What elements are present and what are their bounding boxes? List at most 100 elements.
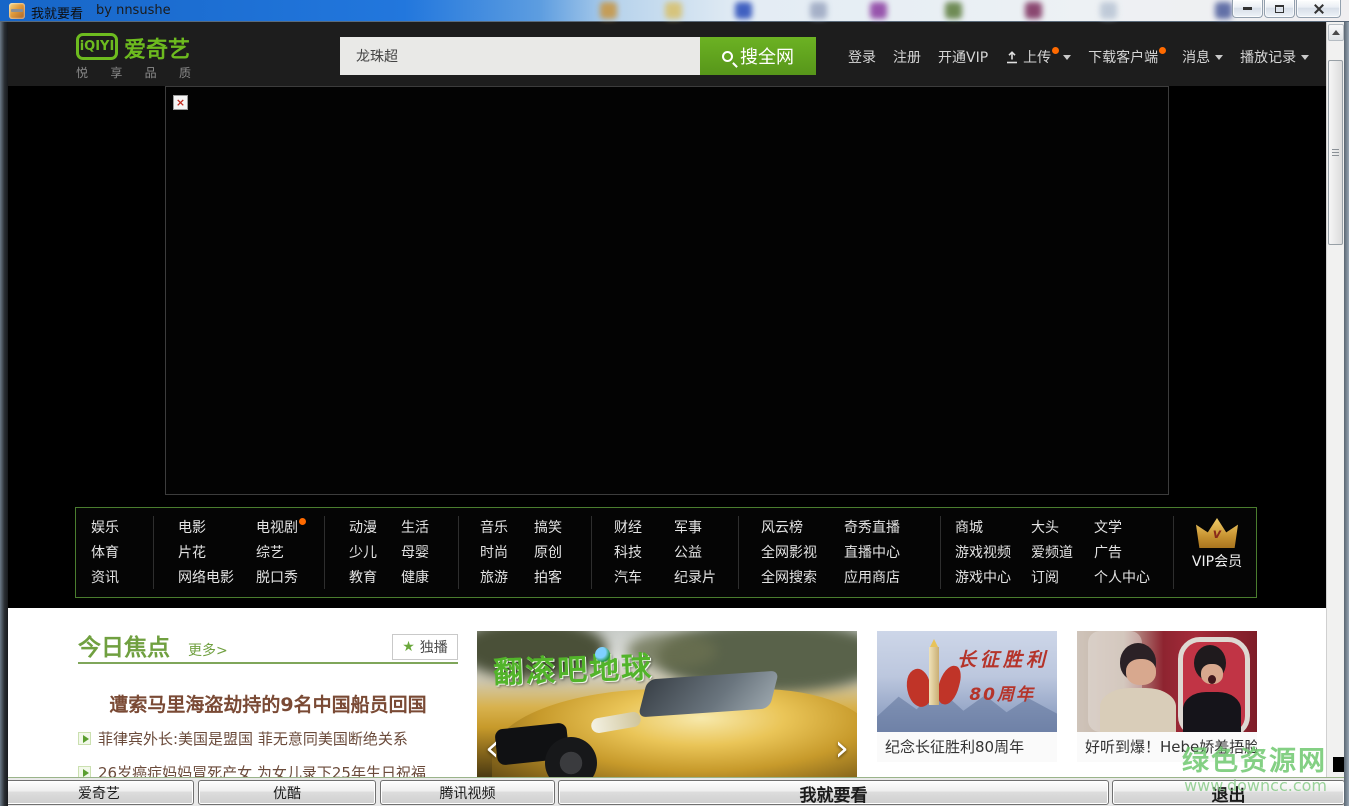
nav-item[interactable]: 游戏视频 xyxy=(955,541,1011,566)
nav-item[interactable]: 全网影视 xyxy=(761,541,817,566)
browser-client-area: iQIYI 爱奇艺 悦 享 品 质 搜全网 登录 注册 开通VIP 上传 xyxy=(8,22,1344,806)
scroll-up-button[interactable] xyxy=(1328,24,1344,41)
desktop-icon-blur xyxy=(665,2,682,19)
nav-item[interactable]: 动漫 xyxy=(349,516,377,541)
window-frame-right xyxy=(1344,22,1349,806)
nav-item[interactable]: 商城 xyxy=(955,516,1011,541)
source-tab-bar: 爱奇艺 优酷 腾讯视频 我就要看 退出 xyxy=(0,777,1349,806)
tab-tencent[interactable]: 腾讯视频 xyxy=(380,780,555,805)
globe-icon xyxy=(595,647,610,662)
desktop-icon-blur xyxy=(945,2,962,19)
crown-letter: v xyxy=(1196,527,1238,542)
exit-button[interactable]: 退出 xyxy=(1112,780,1345,805)
tab-wojiuyaokan[interactable]: 我就要看 xyxy=(558,780,1109,805)
exclusive-button[interactable]: ★ 独播 xyxy=(392,634,458,660)
nav-item[interactable]: 母婴 xyxy=(401,541,429,566)
vip-label: VIP会员 xyxy=(1178,551,1256,571)
iqiyi-logo-icon[interactable]: iQIYI xyxy=(76,33,118,60)
watermark-logo-square xyxy=(1333,757,1344,772)
headline-link[interactable]: 遭索马里海盗劫持的9名中国船员回国 xyxy=(78,690,458,717)
close-button[interactable] xyxy=(1296,0,1341,18)
nav-item[interactable]: 体育 xyxy=(91,541,119,566)
nav-item[interactable]: 奇秀直播 xyxy=(844,516,900,541)
nav-item[interactable]: 个人中心 xyxy=(1094,566,1150,591)
tab-youku[interactable]: 优酷 xyxy=(198,780,376,805)
nav-item[interactable]: 游戏中心 xyxy=(955,566,1011,591)
nav-item[interactable]: 健康 xyxy=(401,566,429,591)
ad-close-button[interactable]: × xyxy=(173,95,188,110)
nav-item[interactable]: 科技 xyxy=(614,541,642,566)
nav-item[interactable]: 教育 xyxy=(349,566,377,591)
nav-item[interactable]: 娱乐 xyxy=(91,516,119,541)
desktop-icon-blur xyxy=(1025,2,1042,19)
focus-underline xyxy=(78,662,458,664)
video-card[interactable]: 好听到爆！Hebe娇羞捂脸 xyxy=(1077,631,1257,762)
nav-item[interactable]: 搞笑 xyxy=(534,516,562,541)
nav-item[interactable]: 片花 xyxy=(178,541,234,566)
nav-item[interactable]: 时尚 xyxy=(480,541,508,566)
category-nav: 娱乐 体育 资讯 电影 片花 网络电影 电视剧 综艺 脱口秀 动漫 少儿 教育 xyxy=(75,507,1257,598)
search-button[interactable]: 搜全网 xyxy=(700,37,816,75)
download-client-link[interactable]: 下载客户端 xyxy=(1088,47,1165,67)
scrollbar-thumb[interactable] xyxy=(1328,60,1343,245)
thumb-art xyxy=(1208,675,1216,684)
video-card[interactable]: 长征胜利 80周年 纪念长征胜利80周年 xyxy=(877,631,1057,762)
register-link[interactable]: 注册 xyxy=(893,47,921,67)
nav-item[interactable]: 全网搜索 xyxy=(761,566,817,591)
maximize-button[interactable] xyxy=(1264,0,1295,18)
nav-item[interactable]: 军事 xyxy=(674,516,716,541)
nav-item[interactable]: 脱口秀 xyxy=(256,566,305,591)
nav-item[interactable]: 财经 xyxy=(614,516,642,541)
nav-item[interactable]: 文学 xyxy=(1094,516,1150,541)
nav-item[interactable]: 直播中心 xyxy=(844,541,900,566)
nav-item[interactable]: 生活 xyxy=(401,516,429,541)
messages-link[interactable]: 消息 xyxy=(1182,47,1223,67)
nav-item[interactable]: 综艺 xyxy=(256,541,305,566)
carousel-prev-button[interactable]: ‹ xyxy=(485,731,499,767)
carousel[interactable]: 翻滚吧地球 ‹ › xyxy=(477,631,857,777)
nav-item[interactable]: 音乐 xyxy=(480,516,508,541)
desktop-icon-blur xyxy=(1215,2,1232,19)
carousel-next-button[interactable]: › xyxy=(835,731,849,767)
nav-item[interactable]: 广告 xyxy=(1094,541,1150,566)
nav-item[interactable]: 电影 xyxy=(178,516,234,541)
login-link[interactable]: 登录 xyxy=(848,47,876,67)
nav-item[interactable]: 纪录片 xyxy=(674,566,716,591)
slogan-char: 悦 xyxy=(76,64,88,81)
nav-divider xyxy=(940,516,941,589)
upload-link[interactable]: 上传 xyxy=(1005,47,1071,67)
iqiyi-logo-text[interactable]: 爱奇艺 xyxy=(124,32,190,64)
nav-item[interactable]: 拍客 xyxy=(534,566,562,591)
nav-item[interactable]: 公益 xyxy=(674,541,716,566)
play-bullet-icon xyxy=(78,732,91,745)
news-item[interactable]: 26岁癌症妈妈冒死产女 为女儿录下25年生日祝福 xyxy=(78,762,426,777)
nav-item[interactable]: 旅游 xyxy=(480,566,508,591)
nav-item[interactable]: 资讯 xyxy=(91,566,119,591)
nav-item[interactable]: 网络电影 xyxy=(178,566,234,591)
vip-member-link[interactable]: v VIP会员 xyxy=(1178,514,1256,571)
nav-item[interactable]: 电视剧 xyxy=(256,516,305,541)
desktop-icon-blur xyxy=(735,2,752,19)
more-link[interactable]: 更多> xyxy=(188,640,228,660)
nav-item[interactable]: 风云榜 xyxy=(761,516,817,541)
nav-col: 动漫 少儿 教育 xyxy=(349,516,377,591)
close-icon xyxy=(1314,4,1324,14)
nav-item[interactable]: 订阅 xyxy=(1031,566,1073,591)
nav-item[interactable]: 少儿 xyxy=(349,541,377,566)
window-titlebar[interactable]: 我就要看 by nnsushe xyxy=(0,0,1349,22)
nav-item[interactable]: 应用商店 xyxy=(844,566,900,591)
nav-item[interactable]: 大头 xyxy=(1031,516,1073,541)
nav-col: 娱乐 体育 资讯 xyxy=(91,516,119,591)
play-history-link[interactable]: 播放记录 xyxy=(1240,47,1309,67)
search-input[interactable] xyxy=(340,37,700,75)
open-vip-link[interactable]: 开通VIP xyxy=(938,47,988,67)
chevron-down-icon xyxy=(1215,55,1223,60)
nav-item[interactable]: 爱频道 xyxy=(1031,541,1073,566)
minimize-button[interactable] xyxy=(1232,0,1263,18)
vertical-scrollbar[interactable] xyxy=(1326,22,1344,777)
nav-item[interactable]: 原创 xyxy=(534,541,562,566)
ad-panel[interactable]: × xyxy=(165,86,1169,495)
news-item[interactable]: 菲律宾外长:美国是盟国 菲无意同美国断绝关系 xyxy=(78,728,408,749)
tab-iqiyi[interactable]: 爱奇艺 xyxy=(4,780,194,805)
nav-item[interactable]: 汽车 xyxy=(614,566,642,591)
